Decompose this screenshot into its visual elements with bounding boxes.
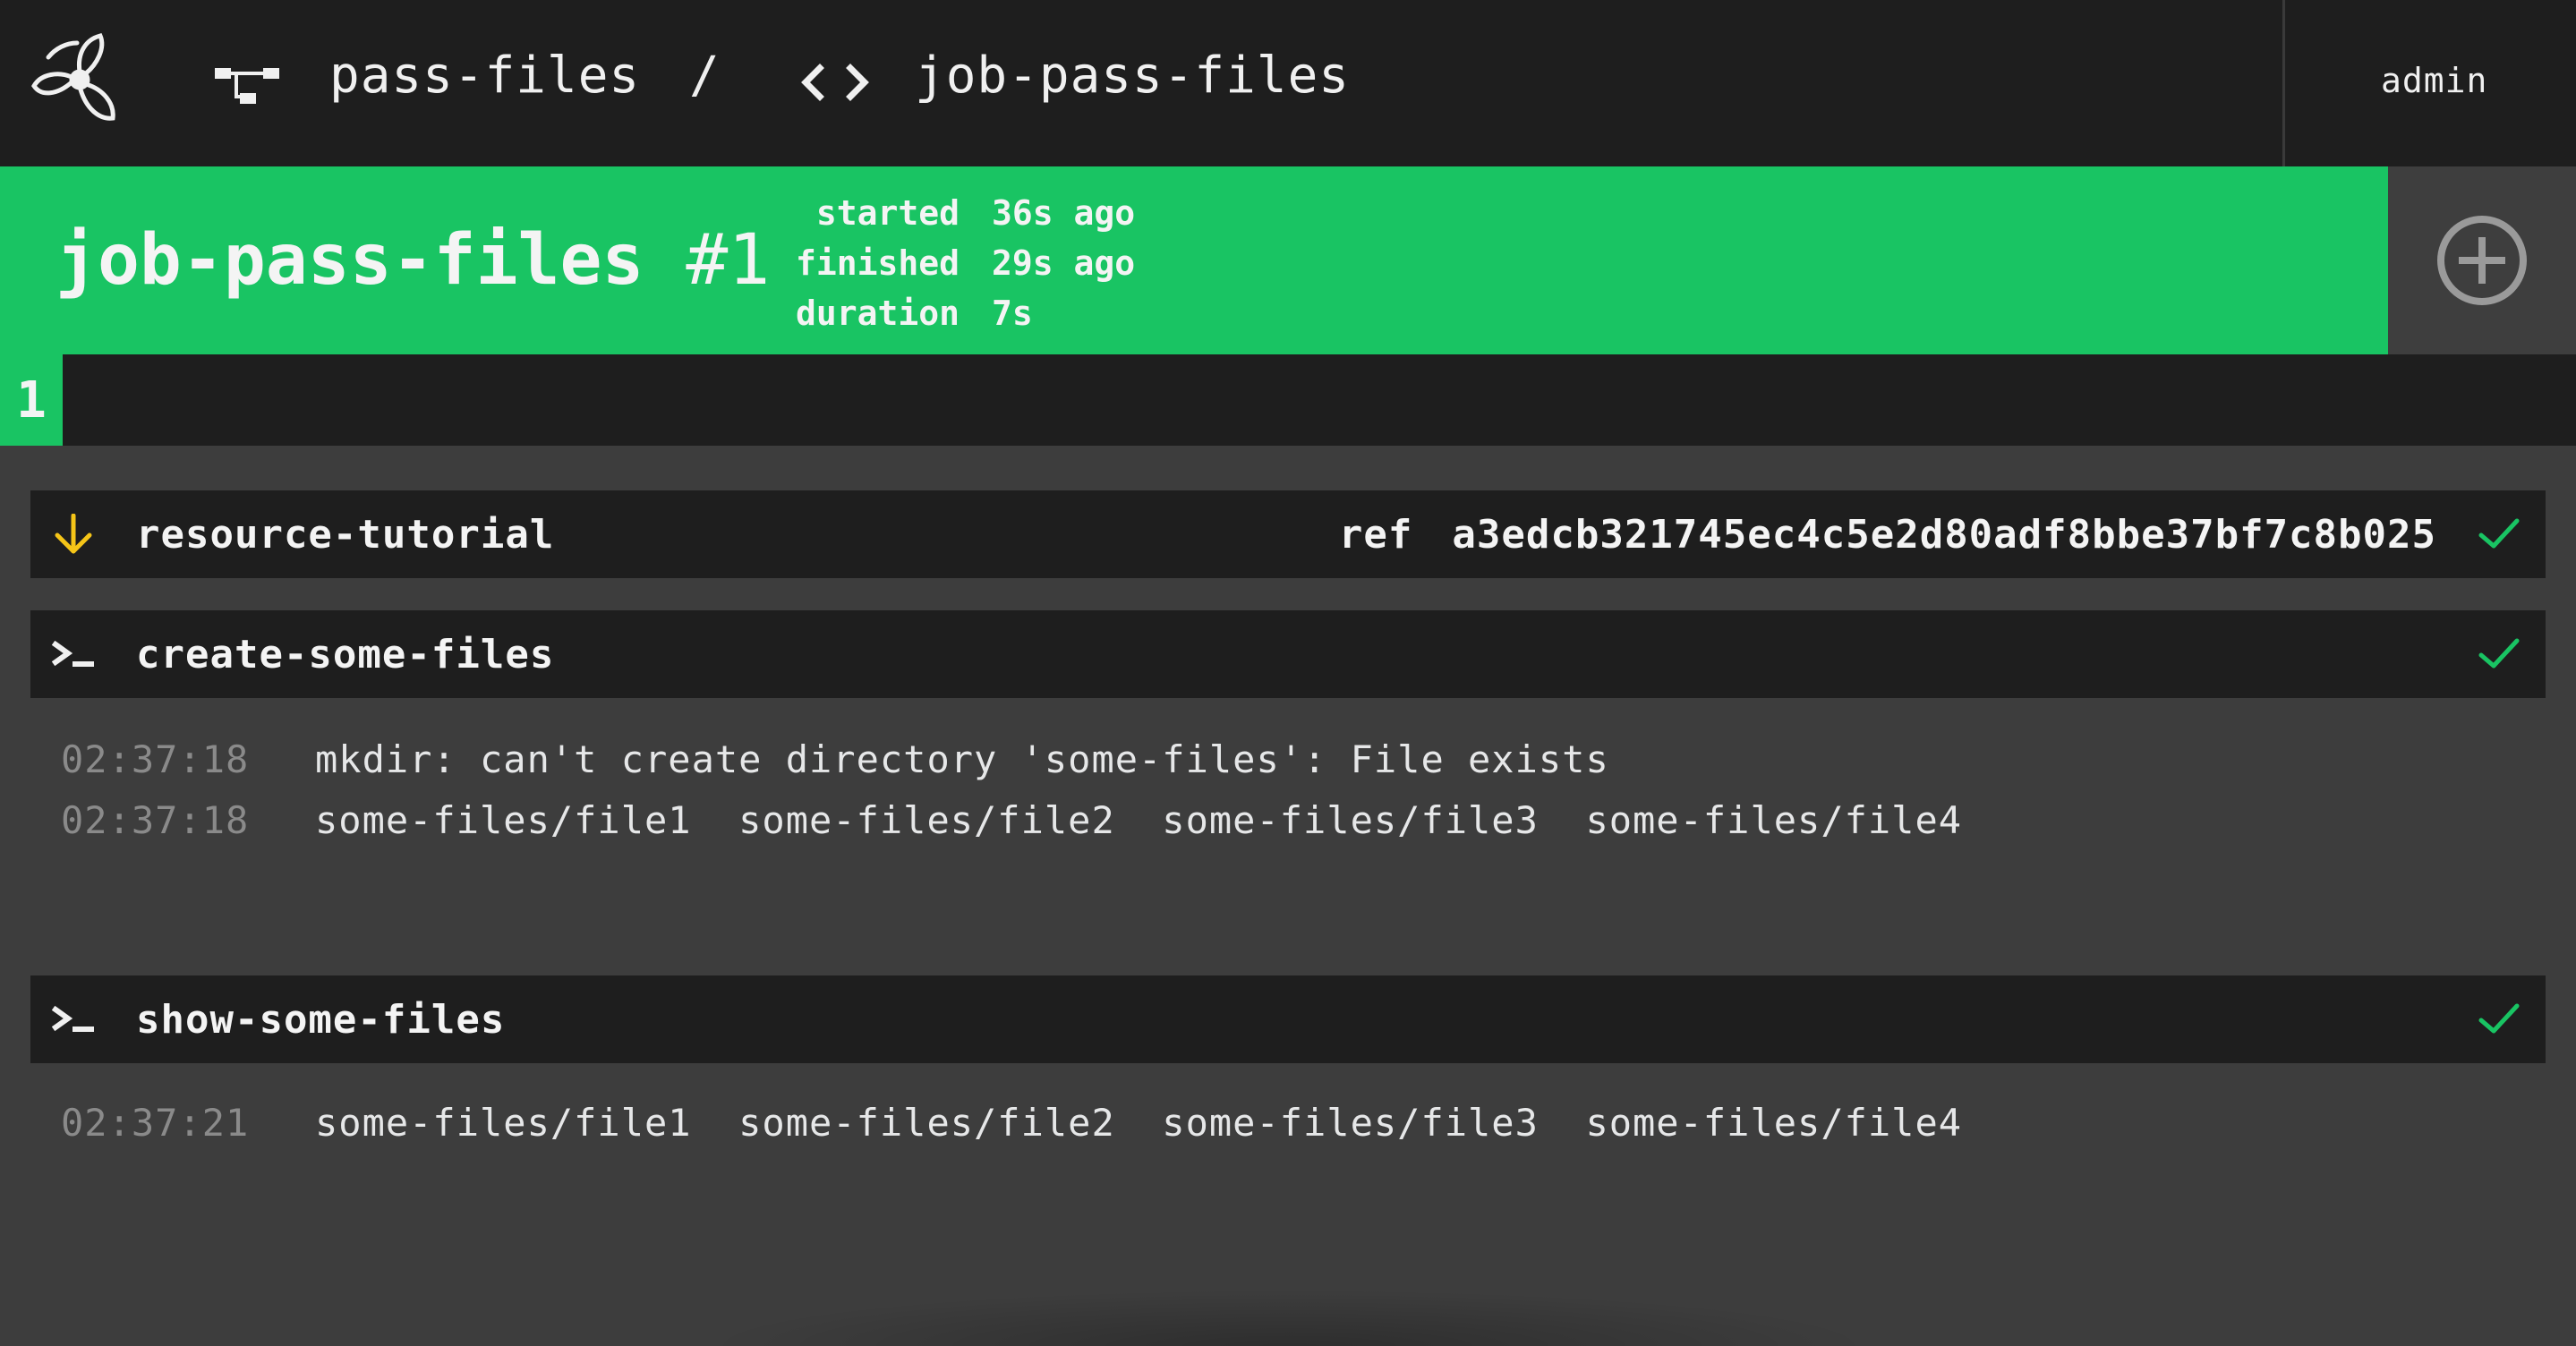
ref-label: ref — [1338, 512, 1413, 558]
step-header-resource-tutorial[interactable]: resource-tutorial ref a3edcb321745ec4c5e2… — [30, 490, 2546, 578]
ref-value: a3edcb321745ec4c5e2d80adf8bbe37bf7c8b025 — [1452, 512, 2436, 558]
top-bar: pass-files / job-pass-files admin — [0, 0, 2576, 166]
meta-finished: finished 29s ago — [795, 243, 1136, 283]
log-timestamp: 02:37:18 — [61, 798, 250, 842]
pipeline-icon — [215, 68, 279, 104]
build-tab-1[interactable]: 1 — [0, 354, 63, 446]
log-timestamp: 02:37:21 — [61, 1101, 250, 1145]
plus-circle-icon — [2437, 216, 2527, 305]
user-divider — [2282, 0, 2285, 166]
log-line: 02:37:18 some-files/file1 some-files/fil… — [61, 798, 1962, 842]
success-check-icon — [2478, 518, 2520, 549]
build-meta: started 36s ago finished 29s ago duratio… — [788, 188, 1135, 338]
success-check-icon — [2478, 638, 2520, 669]
trigger-build-button[interactable] — [2388, 166, 2576, 354]
build-number: #1 — [686, 220, 771, 301]
arrow-down-icon — [55, 514, 92, 554]
step-name: create-some-files — [136, 632, 555, 677]
log-text: some-files/file1 some-files/file2 some-f… — [315, 1101, 1963, 1145]
log-timestamp: 02:37:18 — [61, 737, 250, 781]
job-code-icon — [801, 64, 869, 101]
step-header-create-some-files[interactable]: create-some-files — [30, 610, 2546, 698]
concourse-logo-icon[interactable] — [30, 30, 129, 129]
breadcrumb-job[interactable]: job-pass-files — [915, 47, 1350, 105]
log-text: mkdir: can't create directory 'some-file… — [315, 737, 1609, 781]
build-title: job-pass-files #1 — [55, 220, 770, 301]
step-header-show-some-files[interactable]: show-some-files — [30, 975, 2546, 1063]
step-version: ref a3edcb321745ec4c5e2d80adf8bbe37bf7c8b… — [1339, 512, 2436, 558]
scroll-shadow — [698, 1289, 1880, 1346]
breadcrumb-pipeline[interactable]: pass-files — [329, 47, 640, 105]
terminal-icon — [51, 1005, 94, 1032]
breadcrumb-separator: / — [689, 47, 721, 105]
meta-duration: duration 7s — [795, 294, 1033, 333]
step-name: show-some-files — [136, 997, 506, 1043]
user-menu[interactable]: admin — [2381, 61, 2487, 100]
build-tabs: 1 — [0, 354, 2576, 446]
build-header: job-pass-files #1 started 36s ago finish… — [0, 166, 2388, 354]
success-check-icon — [2478, 1003, 2520, 1034]
log-line: 02:37:21 some-files/file1 some-files/fil… — [61, 1101, 1962, 1145]
build-job-name: job-pass-files — [55, 220, 644, 301]
step-name: resource-tutorial — [136, 512, 555, 558]
terminal-icon — [51, 640, 94, 667]
log-line: 02:37:18 mkdir: can't create directory '… — [61, 737, 1609, 781]
meta-started: started 36s ago — [815, 193, 1136, 233]
log-text: some-files/file1 some-files/file2 some-f… — [315, 798, 1963, 842]
